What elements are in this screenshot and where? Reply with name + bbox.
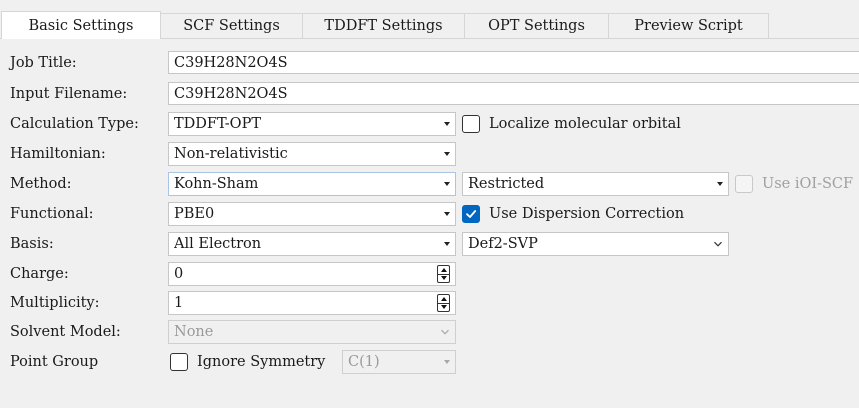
dropdown-arrow-icon [444,360,450,364]
arrow-down-icon [440,276,447,281]
dropdown-arrow-icon [444,122,450,126]
tab-label: Preview Script [634,18,743,34]
hamiltonian-select[interactable]: Non-relativistic [168,142,456,166]
solvent-model-label: Solvent Model: [10,324,121,340]
checkmark-icon [462,205,480,223]
charge-spinbox[interactable]: 0 [168,262,456,286]
decrement-button[interactable] [438,275,449,283]
method-select[interactable]: Kohn-Sham [168,172,456,196]
spin-buttons [437,265,450,283]
charge-value: 0 [174,266,184,282]
functional-value: PBE0 [174,206,215,222]
chevron-down-icon [441,329,449,335]
tab-label: TDDFT Settings [324,18,443,34]
point-group-label: Point Group [10,354,99,370]
arrow-up-icon [440,267,447,272]
dropdown-arrow-icon [444,182,450,186]
dropdown-arrow-icon [444,242,450,246]
tab-bar: Basic Settings SCF Settings TDDFT Settin… [0,0,859,39]
arrow-up-icon [440,296,447,301]
checkbox-icon [462,115,480,133]
hamiltonian-value: Non-relativistic [174,146,288,162]
multiplicity-value: 1 [174,295,184,311]
dispersion-correction-checkbox[interactable]: Use Dispersion Correction [462,202,684,226]
ignore-symmetry-checkbox[interactable]: Ignore Symmetry [170,350,325,374]
tab-label: SCF Settings [183,18,280,34]
method-value: Kohn-Sham [174,176,259,192]
job-title-value: C39H28N2O4S [174,54,288,71]
tab-label: OPT Settings [488,18,585,34]
basis-type-select[interactable]: All Electron [168,232,456,256]
hamiltonian-label: Hamiltonian: [10,146,106,162]
solvent-model-value: None [174,324,214,340]
basis-set-value: Def2-SVP [468,236,538,252]
ignore-symmetry-label: Ignore Symmetry [197,354,326,370]
basic-settings-panel: Job Title: C39H28N2O4S Input Filename: C… [0,39,859,408]
dispersion-correction-label: Use Dispersion Correction [489,206,685,222]
dropdown-arrow-icon [717,182,723,186]
point-group-value: C(1) [348,354,380,370]
tab-basic-settings[interactable]: Basic Settings [1,11,161,39]
dropdown-arrow-icon [444,212,450,216]
job-title-label: Job Title: [10,55,77,71]
scf-type-select[interactable]: Restricted [462,172,729,196]
scf-type-value: Restricted [468,176,545,192]
tab-label: Basic Settings [28,17,134,34]
basis-label: Basis: [10,236,54,252]
checkbox-icon [735,175,753,193]
increment-button[interactable] [438,266,449,275]
chevron-down-icon [714,241,722,247]
job-title-field[interactable]: C39H28N2O4S [168,51,859,74]
charge-label: Charge: [10,266,69,282]
localize-orbital-checkbox[interactable]: Localize molecular orbital [462,112,681,136]
tab-opt-settings[interactable]: OPT Settings [464,13,609,38]
checkbox-icon [170,353,188,371]
multiplicity-label: Multiplicity: [10,295,100,311]
tab-scf-settings[interactable]: SCF Settings [160,13,303,38]
calculation-type-value: TDDFT-OPT [174,116,261,132]
decrement-button[interactable] [438,304,449,312]
tab-preview-script[interactable]: Preview Script [608,13,769,38]
point-group-select[interactable]: C(1) [342,350,456,374]
functional-label: Functional: [10,206,94,222]
use-ioi-scf-checkbox[interactable]: Use iOI-SCF [735,172,853,196]
use-ioi-scf-label: Use iOI-SCF [762,176,854,192]
input-filename-value: C39H28N2O4S [174,85,288,102]
calculation-type-label: Calculation Type: [10,116,139,132]
basis-type-value: All Electron [174,236,262,252]
dropdown-arrow-icon [444,152,450,156]
solvent-model-select[interactable]: None [168,320,456,344]
spin-buttons [437,294,450,312]
input-filename-field[interactable]: C39H28N2O4S [168,82,859,105]
localize-orbital-label: Localize molecular orbital [489,116,681,132]
method-label: Method: [10,176,72,192]
increment-button[interactable] [438,295,449,304]
basis-set-select[interactable]: Def2-SVP [462,232,729,256]
multiplicity-spinbox[interactable]: 1 [168,291,456,315]
calculation-type-select[interactable]: TDDFT-OPT [168,112,456,136]
input-filename-label: Input Filename: [10,86,128,102]
functional-select[interactable]: PBE0 [168,202,456,226]
tab-tddft-settings[interactable]: TDDFT Settings [302,13,465,38]
arrow-down-icon [440,305,447,310]
